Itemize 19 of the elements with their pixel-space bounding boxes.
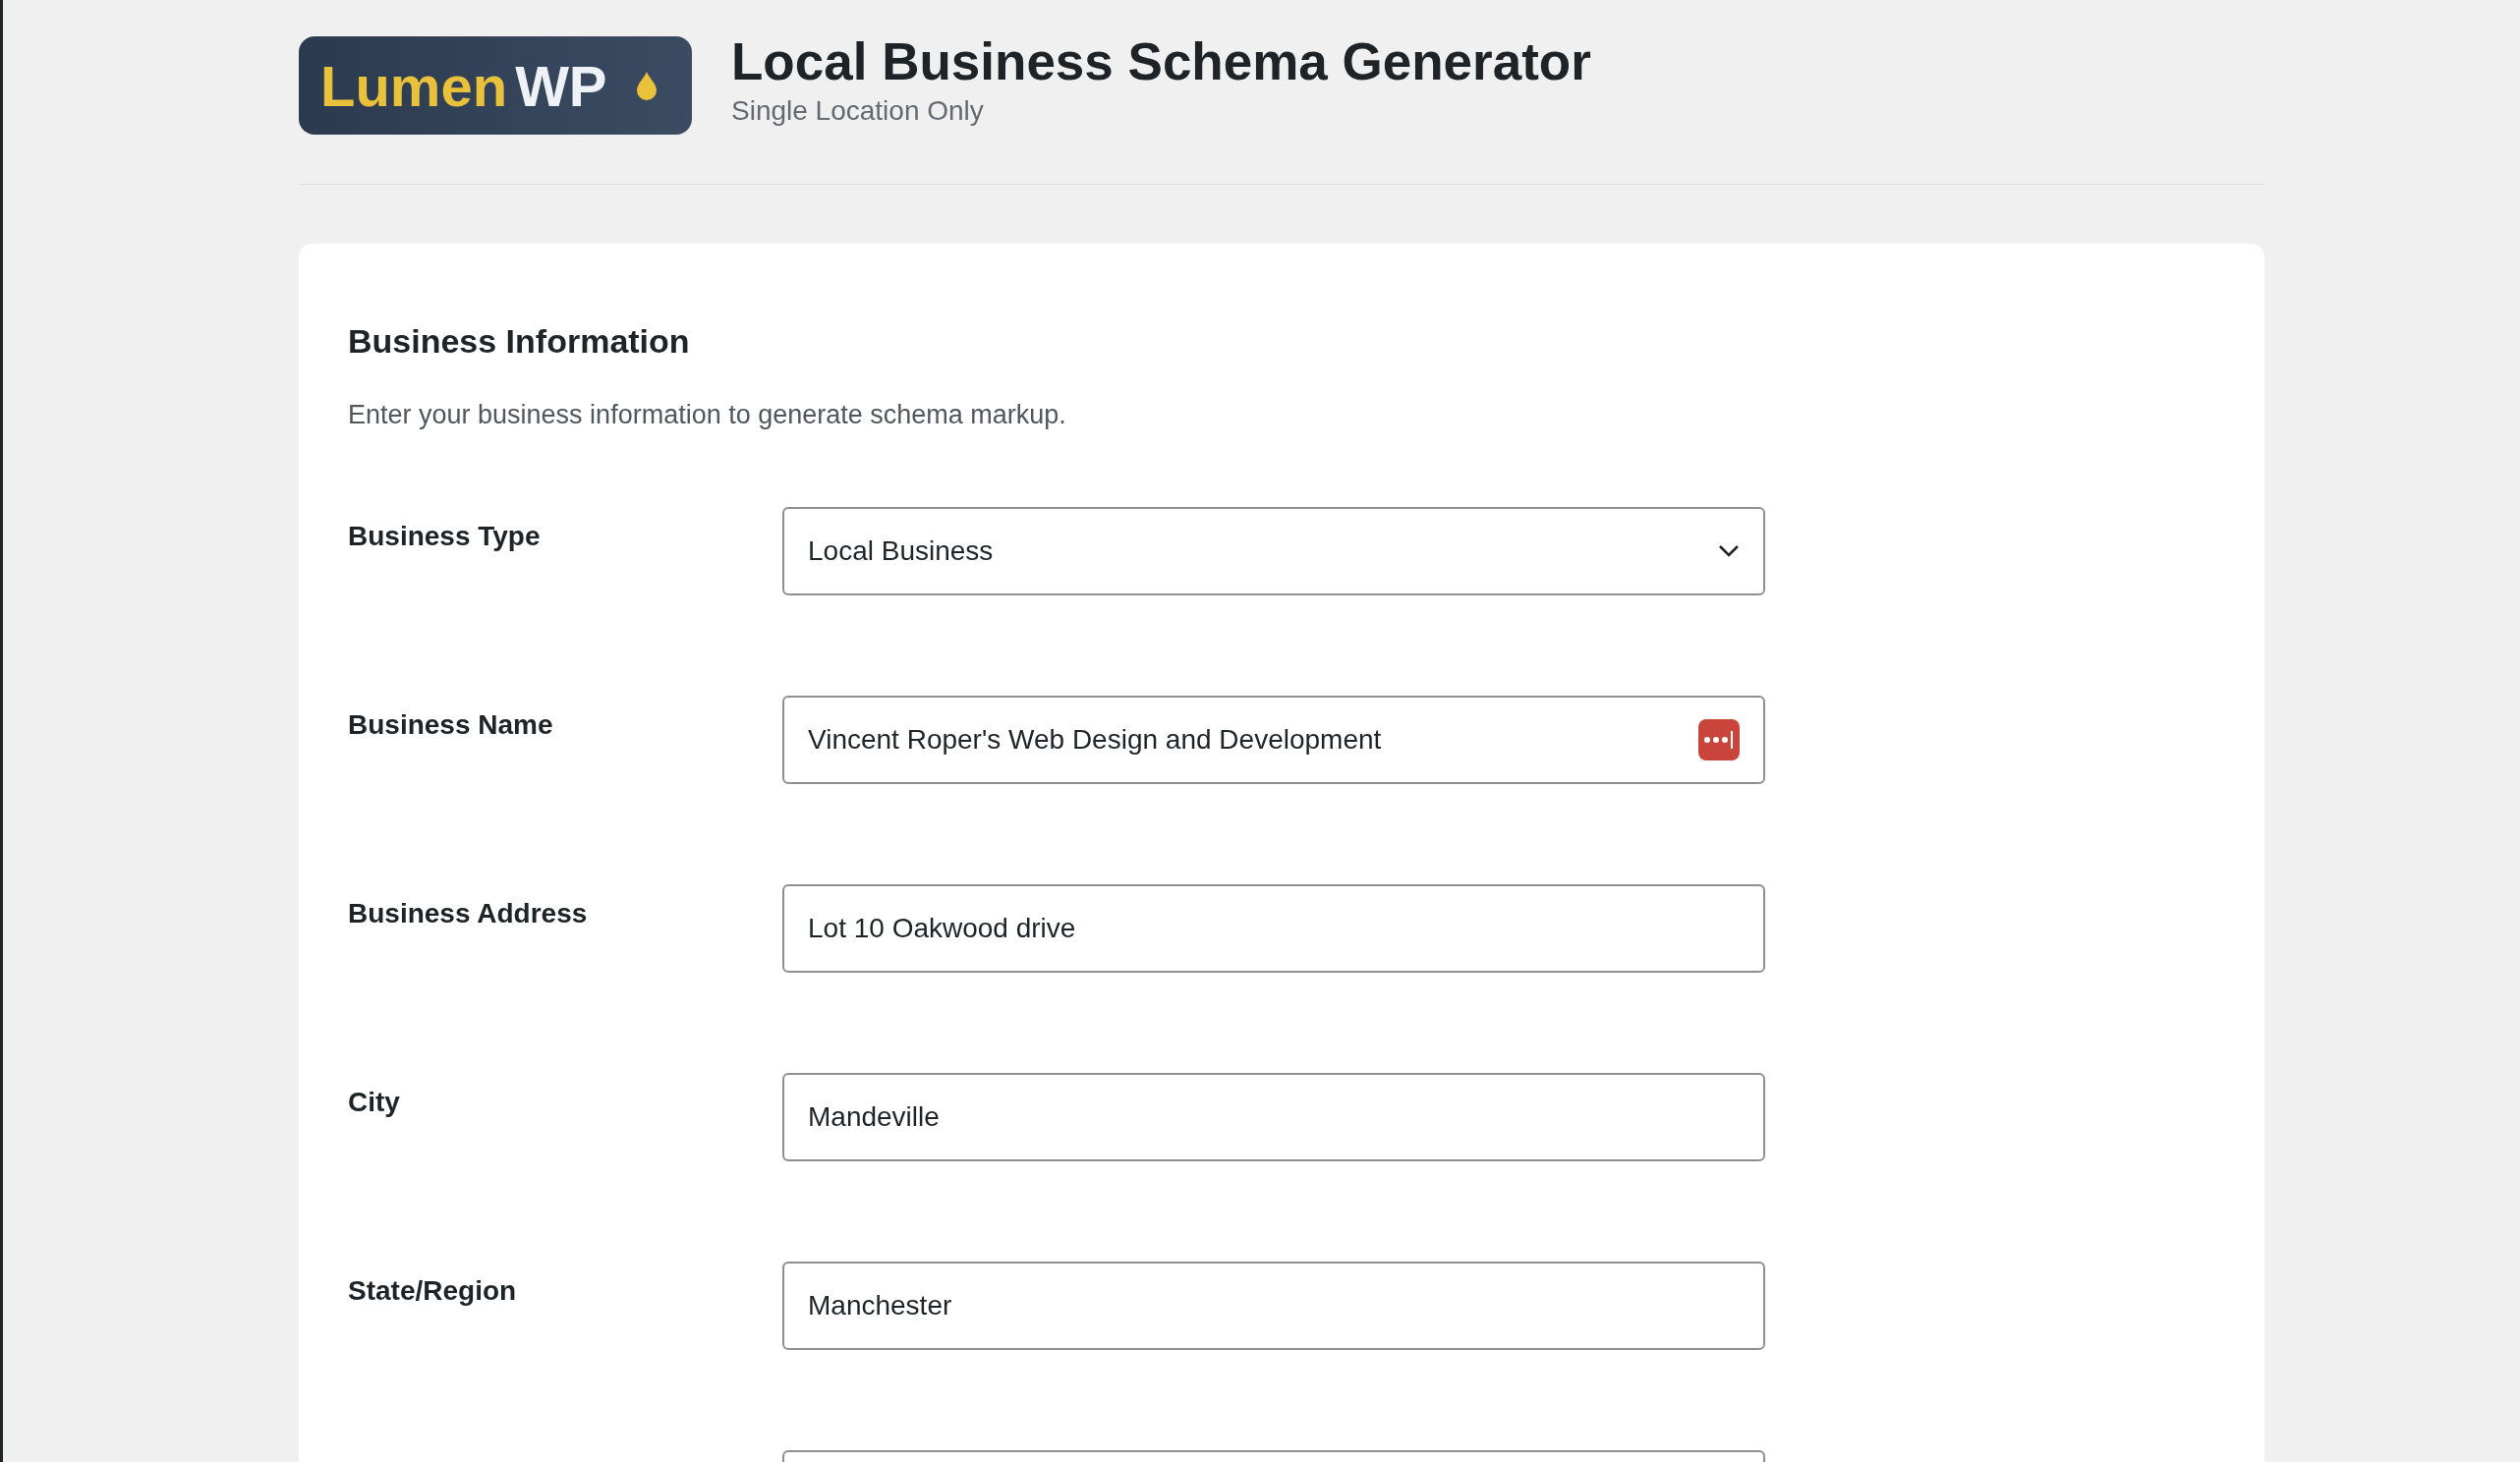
- drop-icon: [635, 70, 659, 101]
- field-label: Business Type: [348, 520, 542, 552]
- field-label: Business Address: [348, 897, 589, 929]
- field-label: City: [348, 1086, 401, 1118]
- section-description: Enter your business information to generate schema markup.: [348, 400, 1067, 430]
- logo-text: WP: [515, 52, 608, 119]
- input-field[interactable]: Manchester: [782, 1262, 1765, 1350]
- chevron-down-icon: [1718, 544, 1740, 558]
- input-field[interactable]: Mandeville: [782, 1073, 1765, 1161]
- password-manager-icon[interactable]: [1698, 719, 1740, 760]
- page-title: Local Business Schema Generator: [731, 30, 1591, 91]
- input-field[interactable]: Vincent Roper's Web Design and Development: [782, 696, 1765, 784]
- field-label: Business Name: [348, 708, 554, 741]
- section-title: Business Information: [348, 322, 691, 361]
- input-field[interactable]: Lot 10 Oakwood drive: [782, 884, 1765, 973]
- page-subtitle: Single Location Only: [731, 94, 985, 127]
- select-field[interactable]: Local Business: [782, 507, 1765, 595]
- logo-text: Lumen: [320, 52, 508, 119]
- field-label: State/Region: [348, 1274, 518, 1307]
